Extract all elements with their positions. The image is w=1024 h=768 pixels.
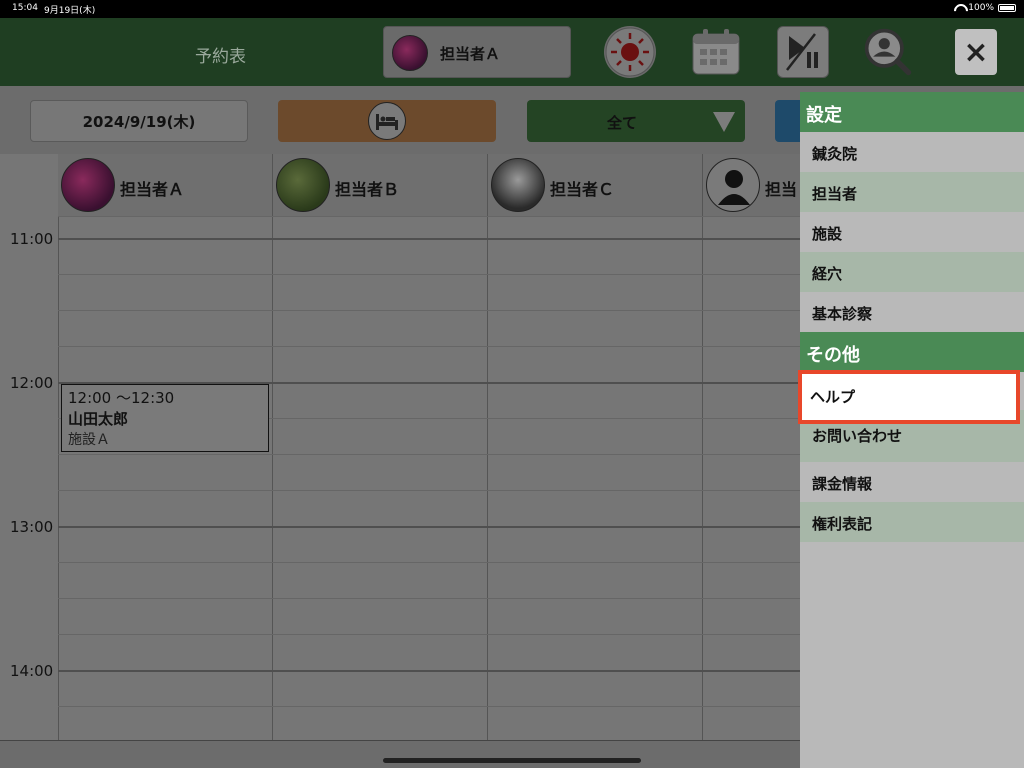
schedule-grid: 11:00 12:00 13:00 14:00 担当者Ａ 担当者Ｂ 担当者Ｃ 担… — [0, 154, 800, 740]
page-title: 予約表 — [195, 47, 246, 67]
home-indicator[interactable] — [383, 758, 641, 763]
staff-name: 担当 — [765, 180, 798, 199]
grid-line — [58, 346, 800, 347]
bottom-bar — [0, 740, 800, 768]
grid-line — [58, 274, 800, 275]
time-label: 11:00 — [10, 230, 54, 248]
battery-area: 100% — [954, 3, 1016, 13]
side-menu: 設定 鍼灸院 担当者 施設 経穴 基本診察 その他 ヘルプ お問い合わせ 課金情… — [798, 92, 1024, 768]
staff-selector[interactable]: 担当者Ａ — [383, 26, 571, 78]
staff-column[interactable] — [488, 216, 703, 740]
grid-line — [58, 598, 800, 599]
time-label: 13:00 — [10, 518, 54, 536]
close-menu-button[interactable]: × — [955, 29, 997, 75]
staff-column-header[interactable]: 担当者Ａ — [58, 154, 273, 216]
grid-line — [58, 634, 800, 635]
menu-item-legal[interactable]: 権利表記 — [800, 502, 1024, 542]
status-bar: 15:04 9月19日(木) 100% — [0, 0, 1024, 18]
menu-item-clinic[interactable]: 鍼灸院 — [800, 132, 1024, 172]
grid-line — [58, 310, 800, 311]
grid-line — [58, 562, 800, 563]
wifi-icon — [954, 4, 964, 12]
staff-column[interactable] — [273, 216, 488, 740]
menu-item-help[interactable]: ヘルプ — [798, 370, 1020, 424]
customer-search-button[interactable] — [862, 26, 914, 78]
staff-column-header[interactable]: 担当者Ｃ — [488, 154, 703, 216]
staff-avatar — [61, 158, 115, 212]
appointment-time: 12:00 ～12:30 — [68, 389, 175, 407]
staff-selector-label: 担当者Ａ — [440, 45, 501, 63]
app-header: 予約表 担当者Ａ — [0, 18, 1024, 86]
battery-percent: 100% — [968, 3, 994, 13]
time-column: 11:00 12:00 13:00 14:00 — [0, 154, 58, 740]
staff-column[interactable] — [703, 216, 800, 740]
staff-name: 担当者Ａ — [120, 180, 185, 199]
appointment-facility: 施設Ａ — [68, 432, 110, 448]
grid-line — [58, 454, 800, 455]
filter-dropdown[interactable]: 全て — [527, 100, 745, 142]
menu-section-settings: 設定 — [800, 92, 1024, 132]
grid-line — [58, 490, 800, 491]
sun-icon — [605, 27, 655, 77]
staff-column-header[interactable]: 担当者Ｂ — [273, 154, 488, 216]
calendar-icon — [692, 29, 740, 75]
staff-avatar — [491, 158, 545, 212]
menu-item-basic-exam[interactable]: 基本診察 — [800, 292, 1024, 332]
bed-icon — [368, 102, 406, 140]
person-icon — [706, 158, 760, 212]
staff-name: 担当者Ｂ — [335, 180, 400, 199]
staff-column[interactable] — [58, 216, 273, 740]
menu-item-staff[interactable]: 担当者 — [800, 172, 1024, 212]
staff-avatar — [392, 35, 428, 71]
date-picker-button[interactable]: 2024/9/19(木) — [30, 100, 248, 142]
menu-item-billing[interactable]: 課金情報 — [800, 462, 1024, 502]
menu-item-facility[interactable]: 施設 — [800, 212, 1024, 252]
staff-column-header[interactable]: 担当 — [703, 154, 800, 216]
today-button[interactable] — [604, 26, 656, 78]
status-date: 9月19日(木) — [44, 6, 96, 16]
status-time: 15:04 — [12, 3, 38, 13]
filter-label: 全て — [606, 114, 637, 132]
appointment-card[interactable]: 12:00 ～12:30 山田太郎 施設Ａ — [61, 384, 269, 452]
menu-section-other: その他 — [800, 332, 1024, 372]
user-search-icon — [864, 28, 912, 76]
battery-icon — [998, 4, 1016, 12]
grid-line — [58, 238, 800, 240]
grid-line — [58, 670, 800, 672]
menu-item-acupoints[interactable]: 経穴 — [800, 252, 1024, 292]
play-pause-button[interactable] — [777, 26, 829, 78]
staff-name: 担当者Ｃ — [550, 180, 615, 199]
time-label: 12:00 — [10, 374, 54, 392]
grid-line — [58, 526, 800, 528]
calendar-button[interactable] — [690, 26, 742, 78]
grid-line — [58, 216, 800, 217]
staff-avatar — [276, 158, 330, 212]
time-label: 14:00 — [10, 662, 54, 680]
facility-button[interactable] — [278, 100, 496, 142]
appointment-patient: 山田太郎 — [68, 410, 129, 428]
grid-line — [58, 706, 800, 707]
chevron-down-icon — [713, 112, 735, 132]
play-pause-icon — [786, 33, 818, 71]
